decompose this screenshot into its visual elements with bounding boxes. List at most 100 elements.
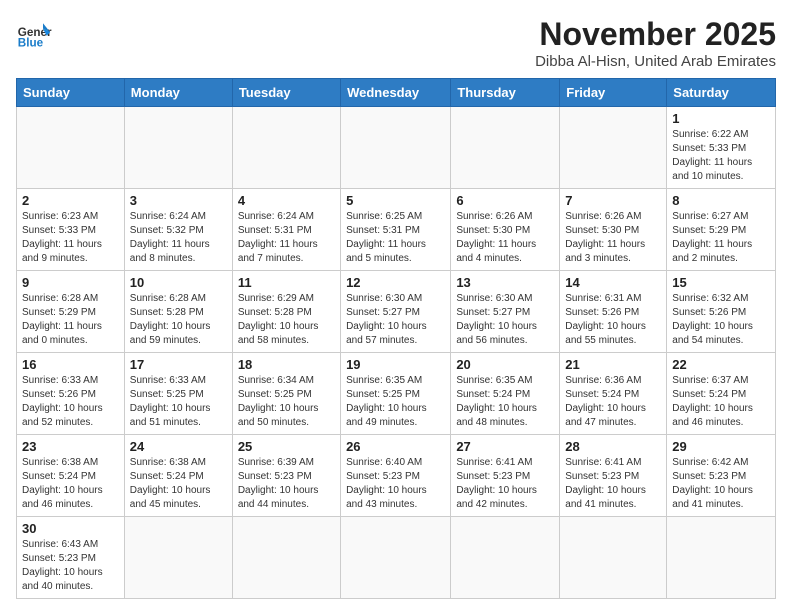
day-info: Sunrise: 6:35 AM Sunset: 5:25 PM Dayligh…	[346, 374, 445, 430]
day-cell: 22 Sunrise: 6:37 AM Sunset: 5:24 PM Dayli…	[667, 353, 776, 435]
day-info: Sunrise: 6:41 AM Sunset: 5:23 PM Dayligh…	[565, 456, 661, 512]
day-cell: 29Sunrise: 6:42 AM Sunset: 5:23 PM Dayli…	[667, 435, 776, 517]
day-number: 13	[456, 275, 554, 290]
day-cell	[124, 107, 232, 189]
day-number: 3	[130, 193, 227, 208]
day-number: 30	[22, 521, 119, 536]
day-cell: 23 Sunrise: 6:38 AM Sunset: 5:24 PM Dayli…	[17, 435, 125, 517]
day-number: 23	[22, 439, 119, 454]
day-cell: 26Sunrise: 6:40 AM Sunset: 5:23 PM Dayli…	[341, 435, 451, 517]
day-cell: 3Sunrise: 6:24 AM Sunset: 5:32 PM Daylig…	[124, 189, 232, 271]
day-info: Sunrise: 6:28 AM Sunset: 5:28 PM Dayligh…	[130, 292, 227, 348]
day-cell: 30 Sunrise: 6:43 AM Sunset: 5:23 PM Dayli…	[17, 517, 125, 599]
day-cell: 7 Sunrise: 6:26 AM Sunset: 5:30 PM Daylig…	[560, 189, 667, 271]
day-number: 15	[672, 275, 770, 290]
day-cell: 19Sunrise: 6:35 AM Sunset: 5:25 PM Dayli…	[341, 353, 451, 435]
day-cell: 1 Sunrise: 6:22 AM Sunset: 5:33 PM Daylig…	[667, 107, 776, 189]
day-cell: 11Sunrise: 6:29 AM Sunset: 5:28 PM Dayli…	[232, 271, 340, 353]
week-row-4: 16 Sunrise: 6:33 AM Sunset: 5:26 PM Dayli…	[17, 353, 776, 435]
day-cell	[17, 107, 125, 189]
weekday-header-wednesday: Wednesday	[341, 79, 451, 107]
day-cell	[232, 517, 340, 599]
day-info: Sunrise: 6:30 AM Sunset: 5:27 PM Dayligh…	[456, 292, 554, 348]
day-cell: 28 Sunrise: 6:41 AM Sunset: 5:23 PM Dayli…	[560, 435, 667, 517]
day-number: 28	[565, 439, 661, 454]
header: General Blue November 2025 Dibba Al-Hisn…	[16, 16, 776, 70]
day-number: 16	[22, 357, 119, 372]
day-info: Sunrise: 6:22 AM Sunset: 5:33 PM Dayligh…	[672, 128, 770, 184]
day-info: Sunrise: 6:30 AM Sunset: 5:27 PM Dayligh…	[346, 292, 445, 348]
weekday-header-thursday: Thursday	[451, 79, 560, 107]
weekday-header-row: SundayMondayTuesdayWednesdayThursdayFrid…	[17, 79, 776, 107]
day-cell: 2 Sunrise: 6:23 AM Sunset: 5:33 PM Daylig…	[17, 189, 125, 271]
day-info: Sunrise: 6:43 AM Sunset: 5:23 PM Dayligh…	[22, 538, 119, 594]
week-row-2: 2 Sunrise: 6:23 AM Sunset: 5:33 PM Daylig…	[17, 189, 776, 271]
day-info: Sunrise: 6:28 AM Sunset: 5:29 PM Dayligh…	[22, 292, 119, 348]
week-row-5: 23 Sunrise: 6:38 AM Sunset: 5:24 PM Dayli…	[17, 435, 776, 517]
day-number: 25	[238, 439, 335, 454]
day-cell	[560, 107, 667, 189]
day-cell	[341, 517, 451, 599]
day-cell: 24 Sunrise: 6:38 AM Sunset: 5:24 PM Dayli…	[124, 435, 232, 517]
day-info: Sunrise: 6:33 AM Sunset: 5:25 PM Dayligh…	[130, 374, 227, 430]
day-cell	[232, 107, 340, 189]
day-number: 29	[672, 439, 770, 454]
day-number: 27	[456, 439, 554, 454]
day-info: Sunrise: 6:26 AM Sunset: 5:30 PM Dayligh…	[565, 210, 661, 266]
day-number: 20	[456, 357, 554, 372]
title-block: November 2025 Dibba Al-Hisn, United Arab…	[535, 16, 776, 70]
day-info: Sunrise: 6:26 AM Sunset: 5:30 PM Dayligh…	[456, 210, 554, 266]
day-cell: 17Sunrise: 6:33 AM Sunset: 5:25 PM Dayli…	[124, 353, 232, 435]
day-info: Sunrise: 6:40 AM Sunset: 5:23 PM Dayligh…	[346, 456, 445, 512]
day-number: 12	[346, 275, 445, 290]
day-cell: 12 Sunrise: 6:30 AM Sunset: 5:27 PM Dayli…	[341, 271, 451, 353]
day-number: 1	[672, 111, 770, 126]
day-cell	[667, 517, 776, 599]
day-info: Sunrise: 6:35 AM Sunset: 5:24 PM Dayligh…	[456, 374, 554, 430]
day-cell: 25 Sunrise: 6:39 AM Sunset: 5:23 PM Dayli…	[232, 435, 340, 517]
weekday-header-monday: Monday	[124, 79, 232, 107]
weekday-header-friday: Friday	[560, 79, 667, 107]
weekday-header-tuesday: Tuesday	[232, 79, 340, 107]
day-cell: 9 Sunrise: 6:28 AM Sunset: 5:29 PM Daylig…	[17, 271, 125, 353]
day-info: Sunrise: 6:37 AM Sunset: 5:24 PM Dayligh…	[672, 374, 770, 430]
day-number: 22	[672, 357, 770, 372]
day-info: Sunrise: 6:39 AM Sunset: 5:23 PM Dayligh…	[238, 456, 335, 512]
day-info: Sunrise: 6:34 AM Sunset: 5:25 PM Dayligh…	[238, 374, 335, 430]
day-info: Sunrise: 6:38 AM Sunset: 5:24 PM Dayligh…	[22, 456, 119, 512]
day-info: Sunrise: 6:36 AM Sunset: 5:24 PM Dayligh…	[565, 374, 661, 430]
logo-icon: General Blue	[16, 16, 52, 52]
day-info: Sunrise: 6:24 AM Sunset: 5:31 PM Dayligh…	[238, 210, 335, 266]
day-info: Sunrise: 6:33 AM Sunset: 5:26 PM Dayligh…	[22, 374, 119, 430]
day-info: Sunrise: 6:32 AM Sunset: 5:26 PM Dayligh…	[672, 292, 770, 348]
day-cell: 16 Sunrise: 6:33 AM Sunset: 5:26 PM Dayli…	[17, 353, 125, 435]
day-number: 4	[238, 193, 335, 208]
day-cell	[451, 107, 560, 189]
day-number: 24	[130, 439, 227, 454]
day-cell: 18 Sunrise: 6:34 AM Sunset: 5:25 PM Dayli…	[232, 353, 340, 435]
day-info: Sunrise: 6:38 AM Sunset: 5:24 PM Dayligh…	[130, 456, 227, 512]
day-info: Sunrise: 6:23 AM Sunset: 5:33 PM Dayligh…	[22, 210, 119, 266]
day-cell: 10 Sunrise: 6:28 AM Sunset: 5:28 PM Dayli…	[124, 271, 232, 353]
day-cell: 8Sunrise: 6:27 AM Sunset: 5:29 PM Daylig…	[667, 189, 776, 271]
day-cell: 20 Sunrise: 6:35 AM Sunset: 5:24 PM Dayli…	[451, 353, 560, 435]
calendar: SundayMondayTuesdayWednesdayThursdayFrid…	[16, 78, 776, 599]
day-cell: 14Sunrise: 6:31 AM Sunset: 5:26 PM Dayli…	[560, 271, 667, 353]
weekday-header-sunday: Sunday	[17, 79, 125, 107]
day-info: Sunrise: 6:25 AM Sunset: 5:31 PM Dayligh…	[346, 210, 445, 266]
day-number: 7	[565, 193, 661, 208]
day-cell: 4 Sunrise: 6:24 AM Sunset: 5:31 PM Daylig…	[232, 189, 340, 271]
day-info: Sunrise: 6:41 AM Sunset: 5:23 PM Dayligh…	[456, 456, 554, 512]
day-cell: 15 Sunrise: 6:32 AM Sunset: 5:26 PM Dayli…	[667, 271, 776, 353]
day-cell: 13 Sunrise: 6:30 AM Sunset: 5:27 PM Dayli…	[451, 271, 560, 353]
day-number: 9	[22, 275, 119, 290]
logo: General Blue	[16, 16, 52, 52]
day-number: 10	[130, 275, 227, 290]
svg-text:Blue: Blue	[18, 37, 44, 50]
week-row-3: 9 Sunrise: 6:28 AM Sunset: 5:29 PM Daylig…	[17, 271, 776, 353]
day-number: 18	[238, 357, 335, 372]
week-row-1: 1 Sunrise: 6:22 AM Sunset: 5:33 PM Daylig…	[17, 107, 776, 189]
day-number: 2	[22, 193, 119, 208]
day-cell: 21Sunrise: 6:36 AM Sunset: 5:24 PM Dayli…	[560, 353, 667, 435]
day-number: 6	[456, 193, 554, 208]
